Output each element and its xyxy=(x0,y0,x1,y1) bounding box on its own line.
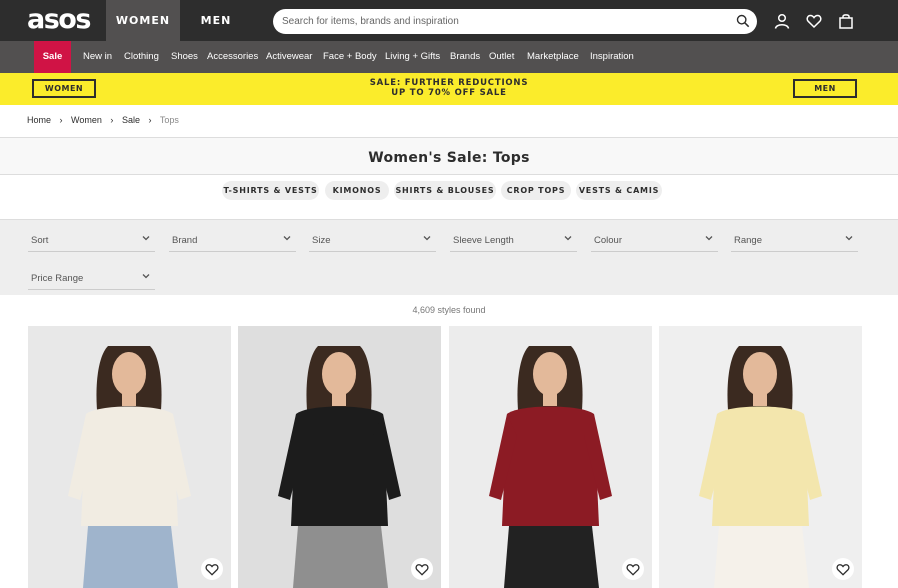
title-bar: Women's Sale: Tops xyxy=(0,137,898,175)
heart-icon xyxy=(415,564,429,576)
chevron-down-icon xyxy=(423,236,431,241)
breadcrumb-home[interactable]: Home xyxy=(27,115,51,125)
breadcrumb-separator: › xyxy=(59,115,63,125)
breadcrumb-current: Tops xyxy=(159,115,179,125)
page-title: Women's Sale: Tops xyxy=(368,150,530,166)
heart-icon xyxy=(836,564,850,576)
product-white-crochet-top[interactable] xyxy=(28,326,231,588)
filter-label: Price Range xyxy=(31,273,84,284)
save-for-later-button[interactable] xyxy=(832,558,854,580)
chevron-down-icon xyxy=(564,236,572,241)
filter-label: Size xyxy=(312,235,331,246)
chevron-down-icon xyxy=(705,236,713,241)
breadcrumb: Home › Women › Sale › Tops xyxy=(27,115,185,125)
filter-brand[interactable]: Brand xyxy=(169,226,296,252)
filter-label: Sleeve Length xyxy=(453,235,514,246)
save-for-later-button[interactable] xyxy=(622,558,644,580)
tab-men[interactable]: MEN xyxy=(180,0,252,41)
heart-icon xyxy=(626,564,640,576)
filter-label: Colour xyxy=(594,235,622,246)
filter-sort[interactable]: Sort xyxy=(28,226,155,252)
category-pill-vests-camis[interactable]: VESTS & CAMIS xyxy=(576,181,662,200)
chevron-down-icon xyxy=(283,236,291,241)
category-pill-shirts-blouses[interactable]: SHIRTS & BLOUSES xyxy=(394,181,496,200)
filter-colour[interactable]: Colour xyxy=(591,226,718,252)
banner-women-button[interactable]: WOMEN xyxy=(32,79,96,98)
filter-sleeve-length[interactable]: Sleeve Length xyxy=(450,226,577,252)
account-icon[interactable] xyxy=(774,13,790,29)
breadcrumb-separator: › xyxy=(110,115,114,125)
chevron-down-icon xyxy=(142,236,150,241)
category-pill-crop-tops[interactable]: CROP TOPS xyxy=(501,181,571,200)
product-black-tshirt[interactable] xyxy=(238,326,441,588)
search-icon[interactable] xyxy=(736,14,750,28)
nav-item-accessories[interactable]: Accessories xyxy=(207,41,258,73)
nav-item-clothing[interactable]: Clothing xyxy=(124,41,159,73)
asos-logo[interactable]: asos xyxy=(27,5,91,35)
filter-size[interactable]: Size xyxy=(309,226,436,252)
product-yellow-jacket[interactable] xyxy=(659,326,862,588)
nav-item-activewear[interactable]: Activewear xyxy=(266,41,312,73)
nav-item-new-in[interactable]: New in xyxy=(83,41,112,73)
category-pill-kimonos[interactable]: KIMONOS xyxy=(325,181,389,200)
bag-icon[interactable] xyxy=(838,13,854,29)
category-nav: Sale New in Clothing Shoes Accessories A… xyxy=(0,41,898,73)
search-bar xyxy=(273,9,757,34)
product-burgundy-blouse[interactable] xyxy=(449,326,652,588)
filter-label: Range xyxy=(734,235,762,246)
breadcrumb-women[interactable]: Women xyxy=(71,115,102,125)
nav-item-sale[interactable]: Sale xyxy=(34,41,71,73)
product-image[interactable] xyxy=(449,326,652,588)
filter-price-range[interactable]: Price Range xyxy=(28,264,155,290)
sale-banner: WOMEN SALE: FURTHER REDUCTIONS UP TO 70%… xyxy=(0,73,898,105)
banner-text[interactable]: SALE: FURTHER REDUCTIONS UP TO 70% OFF S… xyxy=(340,78,558,98)
nav-item-face-body[interactable]: Face + Body xyxy=(323,41,377,73)
top-bar: asos WOMEN MEN xyxy=(0,0,898,41)
search-input[interactable] xyxy=(282,9,722,34)
nav-item-brands[interactable]: Brands xyxy=(450,41,480,73)
results-count: 4,609 styles found xyxy=(412,305,486,315)
filter-range[interactable]: Range xyxy=(731,226,858,252)
heart-icon xyxy=(205,564,219,576)
nav-item-inspiration[interactable]: Inspiration xyxy=(590,41,634,73)
banner-line-2: UP TO 70% OFF SALE xyxy=(391,88,507,98)
chevron-down-icon xyxy=(845,236,853,241)
banner-line-1: SALE: FURTHER REDUCTIONS xyxy=(369,78,529,88)
filter-label: Sort xyxy=(31,235,49,246)
filter-bar: Sort Brand Size Sleeve Length Colour Ran… xyxy=(0,219,898,295)
breadcrumb-sale[interactable]: Sale xyxy=(122,115,140,125)
save-for-later-button[interactable] xyxy=(201,558,223,580)
category-pill-tshirts-vests[interactable]: T-SHIRTS & VESTS xyxy=(222,181,319,200)
product-image[interactable] xyxy=(659,326,862,588)
saved-items-icon[interactable] xyxy=(806,13,822,29)
banner-men-button[interactable]: MEN xyxy=(793,79,857,98)
product-image[interactable] xyxy=(238,326,441,588)
chevron-down-icon xyxy=(142,274,150,279)
nav-item-shoes[interactable]: Shoes xyxy=(171,41,198,73)
save-for-later-button[interactable] xyxy=(411,558,433,580)
product-image[interactable] xyxy=(28,326,231,588)
nav-item-outlet[interactable]: Outlet xyxy=(489,41,514,73)
filter-label: Brand xyxy=(172,235,198,246)
breadcrumb-separator: › xyxy=(148,115,152,125)
tab-women[interactable]: WOMEN xyxy=(106,0,180,41)
nav-item-living-gifts[interactable]: Living + Gifts xyxy=(385,41,440,73)
nav-item-marketplace[interactable]: Marketplace xyxy=(527,41,579,73)
